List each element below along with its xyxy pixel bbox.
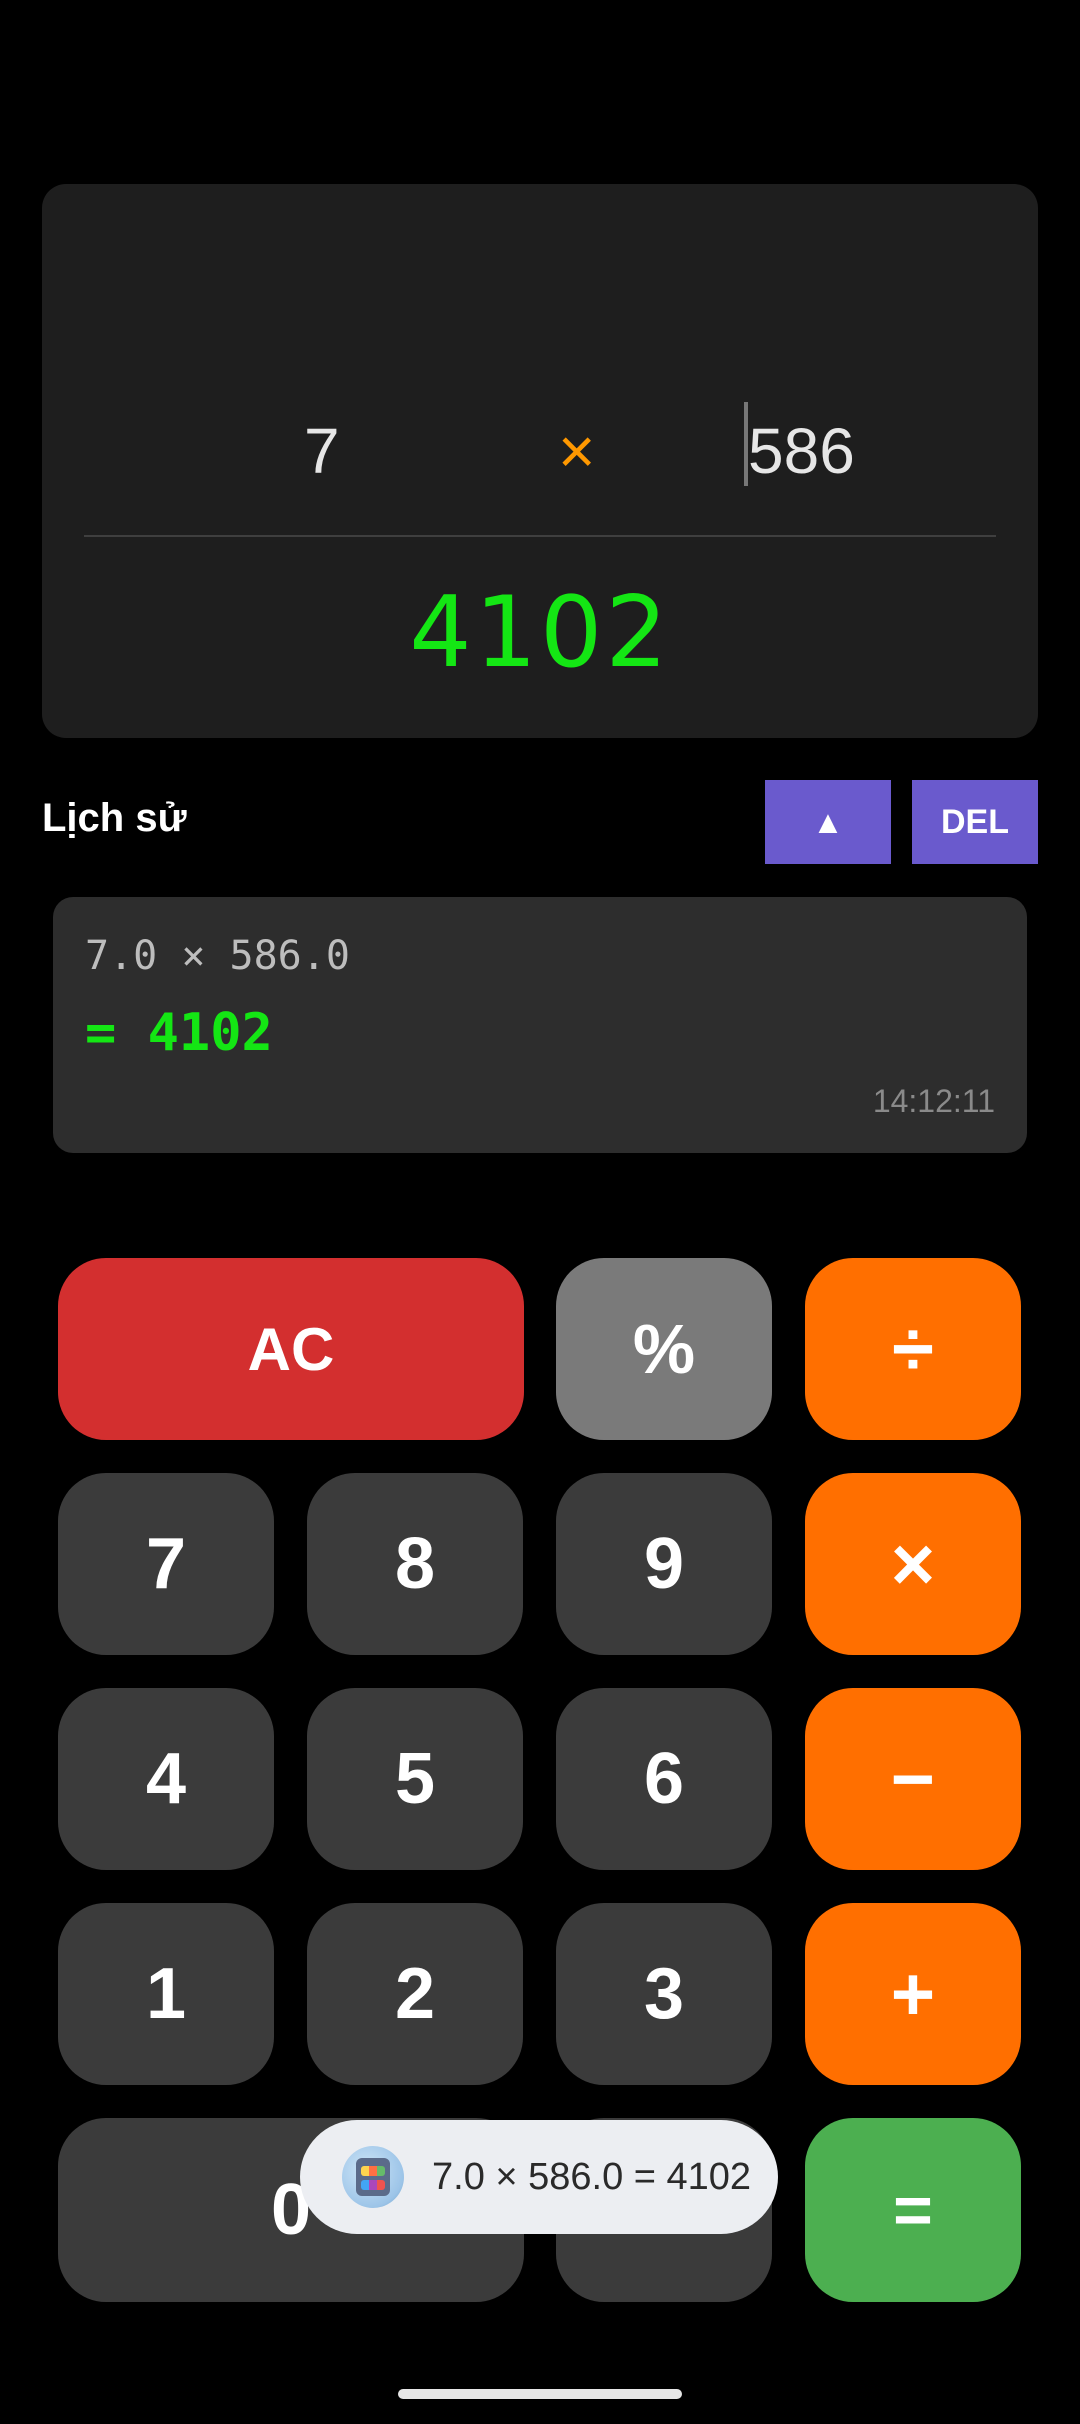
display-divider [84,535,996,537]
home-indicator[interactable] [398,2389,682,2399]
history-entry[interactable]: 7.0 × 586.0 = 4102 14:12:11 [53,897,1027,1153]
digit-6-button[interactable]: 6 [556,1688,772,1870]
left-operand[interactable]: 7 [304,414,340,488]
history-delete-button[interactable]: DEL [912,780,1038,864]
calculator-display: 7 × 586 4102 [42,184,1038,738]
history-title: Lịch sử [42,796,187,840]
result-value: 4102 [409,576,671,690]
digit-4-button[interactable]: 4 [58,1688,274,1870]
digit-1-button[interactable]: 1 [58,1903,274,2085]
divide-button[interactable]: ÷ [805,1258,1021,1440]
history-collapse-button[interactable]: ▲ [765,780,891,864]
toast-notification: 7.0 × 586.0 = 4102 [300,2120,778,2234]
history-timestamp: 14:12:11 [872,1083,995,1119]
right-operand[interactable]: 586 [748,414,855,488]
digit-9-button[interactable]: 9 [556,1473,772,1655]
history-expression: 7.0 × 586.0 [85,933,350,979]
digit-5-button[interactable]: 5 [307,1688,523,1870]
equals-button[interactable]: = [805,2118,1021,2302]
operator-sign: × [558,415,596,487]
calculator-robot-icon [342,2146,404,2208]
history-result: = 4102 [85,1003,273,1063]
ac-button[interactable]: AC [58,1258,524,1440]
plus-button[interactable]: + [805,1903,1021,2085]
digit-3-button[interactable]: 3 [556,1903,772,2085]
digit-2-button[interactable]: 2 [307,1903,523,2085]
percent-button[interactable]: % [556,1258,772,1440]
digit-7-button[interactable]: 7 [58,1473,274,1655]
toast-text: 7.0 × 586.0 = 4102 [432,2155,752,2198]
digit-8-button[interactable]: 8 [307,1473,523,1655]
multiply-button[interactable]: × [805,1473,1021,1655]
minus-button[interactable]: − [805,1688,1021,1870]
